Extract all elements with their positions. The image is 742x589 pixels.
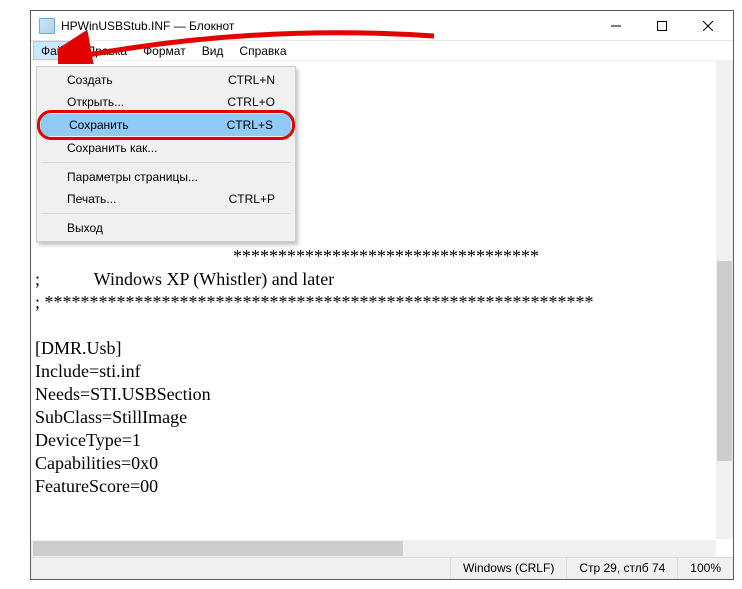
menu-open-shortcut: CTRL+O <box>227 95 275 109</box>
menu-exit[interactable]: Выход <box>39 217 293 239</box>
editor-line: ********************************** <box>35 245 715 268</box>
menu-pagesetup[interactable]: Параметры страницы... <box>39 166 293 188</box>
editor-line <box>35 314 715 337</box>
menu-exit-label: Выход <box>67 221 275 235</box>
minimize-button[interactable] <box>593 11 639 41</box>
menubar: Файл Правка Формат Вид Справка <box>31 41 733 61</box>
menu-print-shortcut: CTRL+P <box>229 192 275 206</box>
menu-format[interactable]: Формат <box>135 41 194 60</box>
titlebar: HPWinUSBStub.INF — Блокнот <box>31 11 733 41</box>
status-position: Стр 29, стлб 74 <box>566 558 677 579</box>
menu-print-label: Печать... <box>67 192 229 206</box>
editor-line: Capabilities=0x0 <box>35 452 715 475</box>
menu-new-shortcut: CTRL+N <box>228 73 275 87</box>
menu-view[interactable]: Вид <box>194 41 232 60</box>
window-title: HPWinUSBStub.INF — Блокнот <box>61 19 593 33</box>
statusbar: Windows (CRLF) Стр 29, стлб 74 100% <box>31 557 733 579</box>
maximize-button[interactable] <box>639 11 685 41</box>
menu-new[interactable]: Создать CTRL+N <box>39 69 293 91</box>
vertical-scroll-thumb[interactable] <box>717 261 732 461</box>
menu-new-label: Создать <box>67 73 228 87</box>
editor-line: FeatureScore=00 <box>35 475 715 498</box>
editor-line: [DMR.Usb] <box>35 337 715 360</box>
editor-line: Needs=STI.USBSection <box>35 383 715 406</box>
menu-save[interactable]: Сохранить CTRL+S <box>41 114 291 136</box>
notepad-icon <box>39 18 55 34</box>
menu-print[interactable]: Печать... CTRL+P <box>39 188 293 210</box>
file-dropdown: Создать CTRL+N Открыть... CTRL+O Сохрани… <box>36 66 296 242</box>
menu-saveas[interactable]: Сохранить как... <box>39 137 293 159</box>
menu-help[interactable]: Справка <box>231 41 294 60</box>
menu-save-shortcut: CTRL+S <box>227 118 273 132</box>
status-spacer <box>31 558 450 579</box>
menu-open[interactable]: Открыть... CTRL+O <box>39 91 293 113</box>
editor-line: SubClass=StillImage <box>35 406 715 429</box>
status-zoom: 100% <box>677 558 733 579</box>
window-controls <box>593 11 731 41</box>
editor-line: ; **************************************… <box>35 291 715 314</box>
editor-line: ; Windows XP (Whistler) and later <box>35 268 715 291</box>
editor-line: Include=sti.inf <box>35 360 715 383</box>
menu-saveas-label: Сохранить как... <box>67 141 275 155</box>
menu-file[interactable]: Файл <box>33 41 79 60</box>
menu-edit[interactable]: Правка <box>79 41 136 60</box>
horizontal-scrollbar[interactable] <box>31 540 716 557</box>
menu-open-label: Открыть... <box>67 95 227 109</box>
status-encoding: Windows (CRLF) <box>450 558 566 579</box>
editor-line: DeviceType=1 <box>35 429 715 452</box>
vertical-scrollbar[interactable] <box>716 61 733 539</box>
close-button[interactable] <box>685 11 731 41</box>
menu-save-label: Сохранить <box>69 118 227 132</box>
horizontal-scroll-thumb[interactable] <box>33 541 403 556</box>
menu-separator-1 <box>41 162 291 163</box>
menu-separator-2 <box>41 213 291 214</box>
menu-pagesetup-label: Параметры страницы... <box>67 170 275 184</box>
menu-save-highlight: Сохранить CTRL+S <box>41 114 291 136</box>
